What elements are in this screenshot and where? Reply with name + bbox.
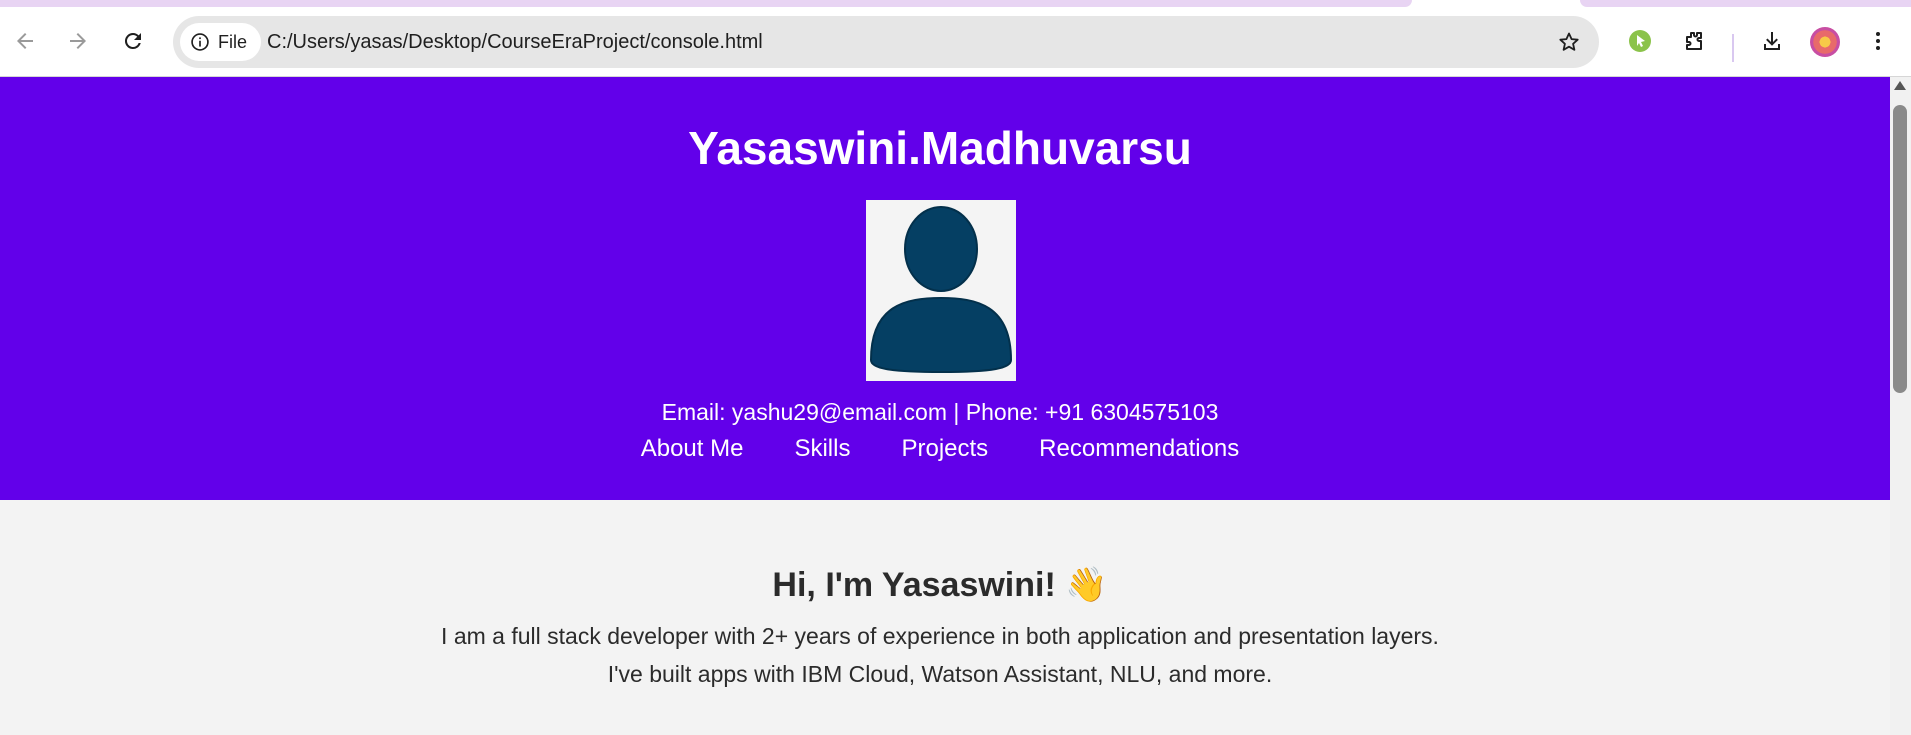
reload-button[interactable] <box>113 21 153 61</box>
address-bar[interactable]: File C:/Users/yasas/Desktop/CourseEraPro… <box>173 16 1599 68</box>
bookmark-star-button[interactable] <box>1553 26 1585 58</box>
about-section: Hi, I'm Yasaswini! 👋 I am a full stack d… <box>0 500 1890 735</box>
vertical-scrollbar[interactable] <box>1890 77 1911 735</box>
arrow-left-icon <box>17 33 33 49</box>
puzzle-icon <box>1686 32 1702 50</box>
nav-link-projects[interactable]: Projects <box>901 435 988 463</box>
about-heading: Hi, I'm Yasaswini! 👋 <box>772 566 1108 604</box>
toolbar-separator <box>1732 34 1734 62</box>
nav-link-recommendations[interactable]: Recommendations <box>1039 435 1239 463</box>
page-title: Yasaswini.Madhuvarsu <box>688 122 1192 174</box>
browser-menu-button[interactable] <box>1858 21 1898 61</box>
profile-photo <box>866 200 1016 381</box>
url-text[interactable]: C:/Users/yasas/Desktop/CourseEraProject/… <box>267 16 763 68</box>
active-tab-edge[interactable] <box>0 0 1412 7</box>
nav-link-skills[interactable]: Skills <box>794 435 850 463</box>
inactive-tab-edge[interactable] <box>1580 0 1911 7</box>
person-silhouette-icon <box>869 206 1013 374</box>
extension-button[interactable] <box>1620 21 1660 61</box>
profile-avatar[interactable] <box>1810 27 1840 57</box>
info-icon <box>191 33 209 51</box>
contact-info: Email: yashu29@email.com | Phone: +91 63… <box>661 399 1219 425</box>
back-button[interactable] <box>5 21 45 61</box>
download-icon <box>1764 32 1780 50</box>
star-icon <box>1559 32 1579 51</box>
nav-link-about-me[interactable]: About Me <box>641 435 744 463</box>
extension-cursor-icon <box>1629 30 1651 52</box>
header-section: Yasaswini.Madhuvarsu Email: yashu29@emai… <box>0 77 1890 500</box>
browser-toolbar: File C:/Users/yasas/Desktop/CourseEraPro… <box>0 7 1911 77</box>
arrow-right-icon <box>70 33 86 49</box>
tab-strip <box>0 0 1911 7</box>
site-info-chip[interactable]: File <box>180 23 262 61</box>
about-text-line-2: I've built apps with IBM Cloud, Watson A… <box>607 661 1273 687</box>
scrollbar-thumb[interactable] <box>1893 105 1907 393</box>
scroll-up-arrow-icon[interactable] <box>1894 81 1906 90</box>
site-nav: About Me Skills Projects Recommendations <box>0 435 1880 463</box>
forward-button[interactable] <box>58 21 98 61</box>
site-chip-label: File <box>218 31 248 52</box>
downloads-button[interactable] <box>1752 21 1792 61</box>
kebab-menu-icon <box>1876 32 1880 50</box>
web-page: Yasaswini.Madhuvarsu Email: yashu29@emai… <box>0 77 1890 735</box>
reload-icon <box>124 32 141 49</box>
extensions-menu-button[interactable] <box>1674 21 1714 61</box>
about-text-line-1: I am a full stack developer with 2+ year… <box>441 623 1439 649</box>
